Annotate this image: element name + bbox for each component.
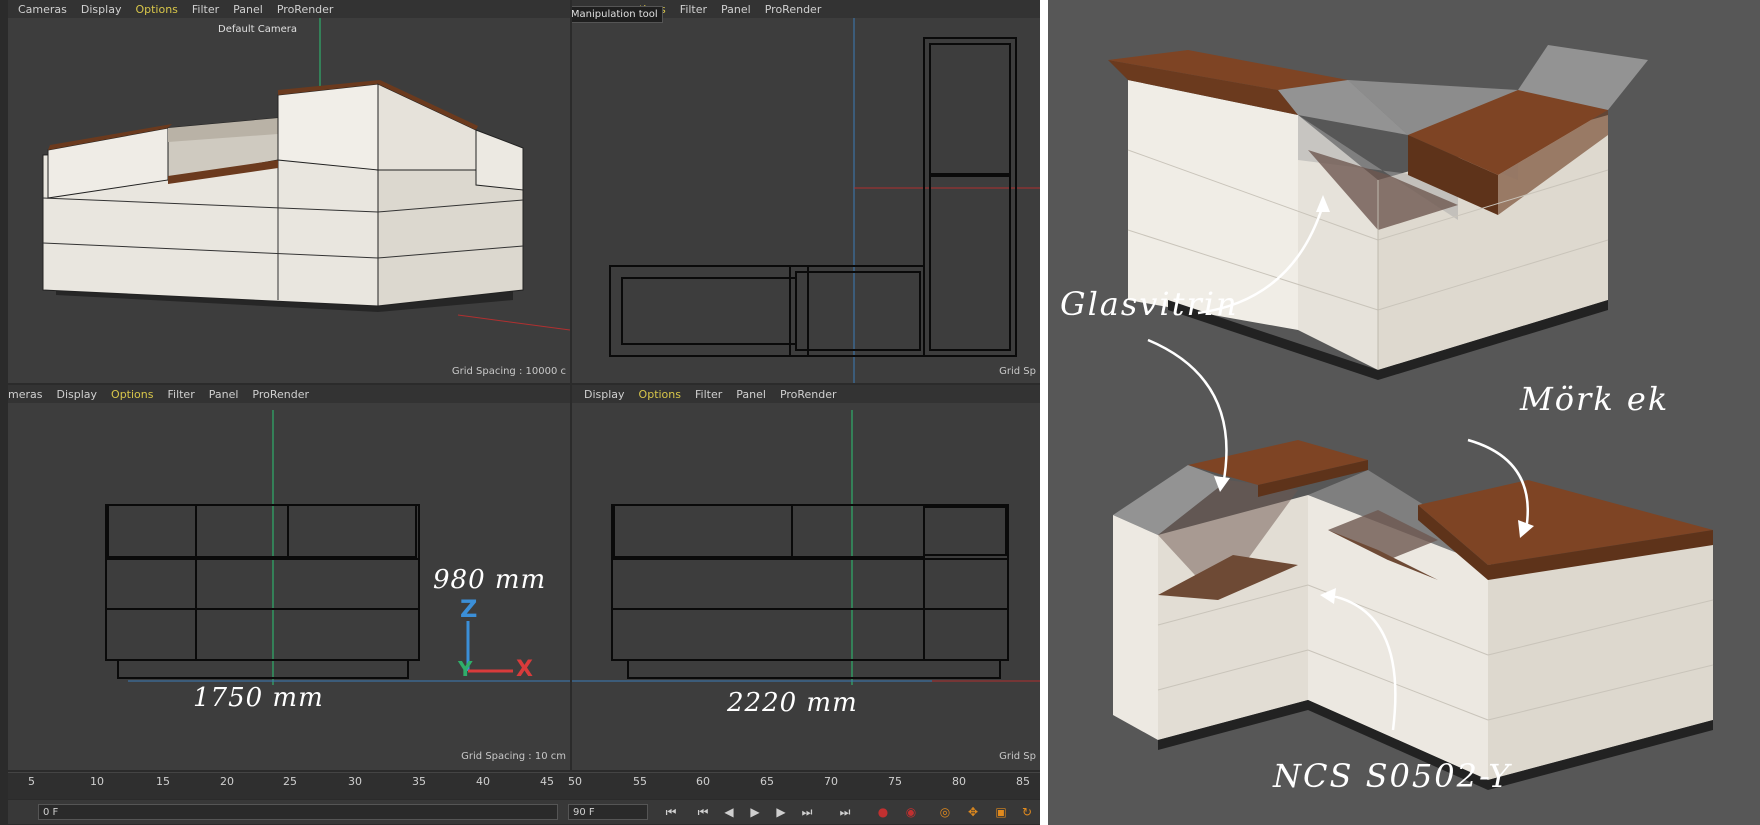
move-key-icon[interactable]: ✥ bbox=[964, 804, 982, 820]
timeline-ruler[interactable]: 5 10 15 20 25 30 35 40 45 50 55 60 65 70… bbox=[8, 772, 1040, 799]
timeline-tick: 45 bbox=[540, 775, 554, 788]
go-to-start-icon[interactable]: ⏮ bbox=[662, 804, 680, 820]
timeline-tick: 20 bbox=[220, 775, 234, 788]
timeline-tick: 80 bbox=[952, 775, 966, 788]
timeline-tick: 15 bbox=[156, 775, 170, 788]
dimension-width: 1750 mm bbox=[193, 683, 324, 713]
top-view-model bbox=[609, 18, 1040, 383]
annotation-glasvitrin: Glasvitrin bbox=[1060, 285, 1239, 323]
annotation-mork-ek: Mörk ek bbox=[1520, 380, 1670, 418]
prev-key-icon[interactable]: ⏮ bbox=[694, 804, 712, 820]
dimension-height: 980 mm bbox=[433, 565, 547, 595]
viewport-perspective[interactable]: Cameras Display Options Filter Panel Pro… bbox=[8, 0, 570, 383]
play-icon[interactable]: ▶ bbox=[746, 804, 764, 820]
render-preview: Glasvitrin Mörk ek NCS S0502-Y bbox=[1048, 0, 1760, 825]
timeline-tick: 35 bbox=[412, 775, 426, 788]
go-to-end-icon[interactable]: ⏭ bbox=[836, 804, 854, 820]
timeline-tick: 85 bbox=[1016, 775, 1030, 788]
timeline-tick: 10 bbox=[90, 775, 104, 788]
timeline-tick: 30 bbox=[348, 775, 362, 788]
timeline-tick: 55 bbox=[633, 775, 647, 788]
timeline-tick: 40 bbox=[476, 775, 490, 788]
dimension-width: 2220 mm bbox=[727, 688, 858, 718]
rotate-key-icon[interactable]: ↻ bbox=[1018, 804, 1036, 820]
viewport-top[interactable]: ptions Filter Panel ProRender Spline Man… bbox=[572, 0, 1040, 383]
annotation-ncs: NCS S0502-Y bbox=[1273, 757, 1512, 795]
prev-frame-icon[interactable]: ◀ bbox=[720, 804, 738, 820]
axis-z-label: Z bbox=[460, 595, 478, 623]
grid-spacing-label: Grid Spacing : 10 cm bbox=[461, 751, 566, 762]
autokey-icon[interactable]: ◉ bbox=[902, 804, 920, 820]
axis-y-label: Y bbox=[458, 657, 473, 681]
next-key-icon[interactable]: ⏭ bbox=[798, 804, 816, 820]
cinema4d-window: Cameras Display Options Filter Panel Pro… bbox=[0, 0, 1040, 825]
grid-spacing-label: Grid Sp bbox=[999, 366, 1036, 377]
timeline-tick: 60 bbox=[696, 775, 710, 788]
perspective-model bbox=[42, 18, 570, 331]
start-frame-field[interactable]: 0 F bbox=[38, 804, 558, 820]
timeline-tick: 65 bbox=[760, 775, 774, 788]
viewport-side[interactable]: Display Options Filter Panel ProRender 2… bbox=[572, 385, 1040, 770]
record-icon[interactable]: ● bbox=[874, 804, 892, 820]
timeline-tick: 70 bbox=[824, 775, 838, 788]
keyframe-icon[interactable]: ◎ bbox=[936, 804, 954, 820]
grid-spacing-label: Grid Sp bbox=[999, 751, 1036, 762]
viewport-front[interactable]: meras Display Options Filter Panel ProRe… bbox=[8, 385, 570, 770]
axis-x-label: X bbox=[516, 657, 533, 682]
timeline-tick: 25 bbox=[283, 775, 297, 788]
end-frame-field[interactable]: 90 F bbox=[568, 804, 648, 820]
timeline-tick: 5 bbox=[28, 775, 35, 788]
playback-bar: 0 F 90 F ⏮ ⏮ ◀ ▶ ▶ ⏭ ⏭ ● ◉ ◎ ✥ ▣ ↻ bbox=[8, 800, 1040, 824]
timeline-tick: 50 bbox=[568, 775, 582, 788]
next-frame-icon[interactable]: ▶ bbox=[772, 804, 790, 820]
timeline-tick: 75 bbox=[888, 775, 902, 788]
scale-key-icon[interactable]: ▣ bbox=[992, 804, 1010, 820]
grid-spacing-label: Grid Spacing : 10000 c bbox=[451, 366, 566, 377]
